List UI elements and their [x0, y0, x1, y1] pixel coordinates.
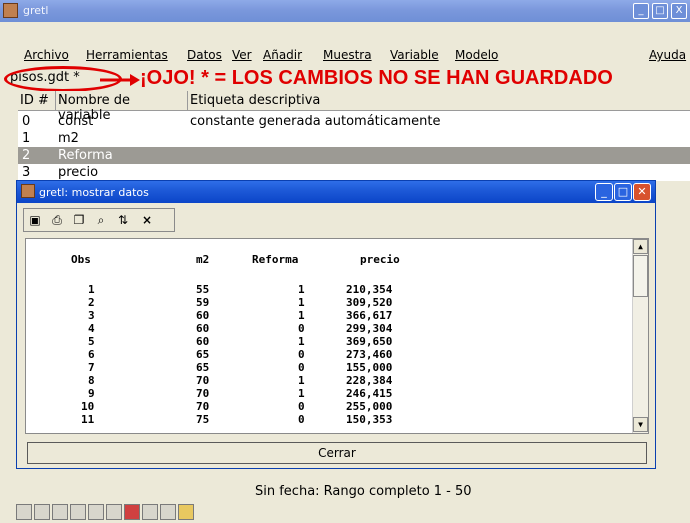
var-id: 2 [22, 148, 31, 163]
header-m2: m2 [196, 253, 210, 266]
data-window-minimize-button[interactable]: _ [595, 183, 613, 201]
copy-icon[interactable]: ❐ [72, 213, 86, 227]
close-icon[interactable]: × [140, 213, 154, 227]
maximize-button[interactable]: □ [652, 3, 668, 19]
sort-icon[interactable]: ⇅ [116, 213, 130, 227]
menu-ayuda[interactable]: Ayuda [649, 48, 686, 62]
calculator-icon[interactable] [16, 504, 32, 520]
data-window-maximize-button[interactable]: □ [614, 183, 632, 201]
data-window-toolbar: ▣ ⎙ ❐ ⌕ ⇅ × [23, 208, 175, 232]
column-id[interactable]: ID # [18, 91, 56, 111]
vertical-scrollbar[interactable]: ▲ ▼ [632, 239, 648, 433]
data-window-close-button[interactable]: ✕ [633, 183, 651, 201]
scroll-up-icon[interactable]: ▲ [633, 239, 648, 254]
beta-icon[interactable] [160, 504, 176, 520]
main-titlebar: gretl _ □ X [0, 0, 690, 22]
menu-herramientas[interactable]: Herramientas [86, 48, 168, 62]
menu-anadir[interactable]: Añadir [263, 48, 302, 62]
find-icon[interactable]: ⌕ [94, 213, 108, 227]
menu-variable[interactable]: Variable [390, 48, 439, 62]
folder-icon[interactable] [178, 504, 194, 520]
annotation-arrow-icon [100, 74, 140, 86]
data-window-title: gretl: mostrar datos [39, 186, 149, 199]
edit-icon[interactable]: ▣ [28, 213, 42, 227]
header-reforma: Reforma [252, 253, 299, 266]
session-icon[interactable] [70, 504, 86, 520]
variable-row[interactable]: 1 m2 [18, 130, 690, 147]
var-name: precio [58, 165, 99, 180]
console-icon[interactable] [52, 504, 68, 520]
plot-icon[interactable] [142, 504, 158, 520]
column-label[interactable]: Etiqueta descriptiva [188, 91, 690, 111]
var-name: Reforma [58, 148, 113, 163]
gretl-app-icon [3, 3, 18, 18]
var-name: m2 [58, 131, 79, 146]
data-window-titlebar: gretl: mostrar datos _ □ ✕ [17, 181, 655, 203]
menu-modelo[interactable]: Modelo [455, 48, 498, 62]
print-icon[interactable]: ⎙ [50, 213, 64, 227]
menu-bar: Archivo Herramientas Datos Ver Añadir Mu… [24, 48, 690, 66]
header-precio: precio [360, 253, 400, 266]
column-name[interactable]: Nombre de variable [56, 91, 188, 123]
header-obs: Obs [71, 253, 91, 266]
status-bar: Sin fecha: Rango completo 1 - 50 [0, 484, 690, 502]
window-title: gretl [23, 4, 49, 17]
minimize-button[interactable]: _ [633, 3, 649, 19]
data-table: Obs m2 Reforma precio 1 55 1 210,354 2 5… [25, 238, 649, 434]
model-icon[interactable] [106, 504, 122, 520]
var-id: 3 [22, 165, 31, 180]
cerrar-button[interactable]: Cerrar [27, 442, 647, 464]
variable-list-header: ID # Nombre de variable Etiqueta descrip… [18, 91, 690, 123]
menu-datos[interactable]: Datos [187, 48, 222, 62]
var-id: 1 [22, 131, 31, 146]
variable-row[interactable]: 3 precio [18, 164, 690, 181]
gretl-app-icon [21, 184, 35, 198]
scroll-thumb[interactable] [633, 255, 648, 297]
close-button[interactable]: X [671, 3, 687, 19]
variable-row-selected[interactable]: 2 Reforma [18, 147, 690, 164]
script-icon[interactable] [34, 504, 50, 520]
unsaved-warning-annotation: ¡OJO! * = LOS CAMBIOS NO SE HAN GUARDADO [140, 67, 613, 89]
variable-row[interactable]: 0 const constante generada automáticamen… [18, 113, 690, 130]
graph-icon[interactable] [88, 504, 104, 520]
gretl-icon[interactable] [124, 504, 140, 520]
var-label: constante generada automáticamente [190, 114, 441, 129]
scroll-down-icon[interactable]: ▼ [633, 417, 648, 432]
menu-archivo[interactable]: Archivo [24, 48, 69, 62]
status-text: Sin fecha: Rango completo 1 - 50 [255, 484, 472, 499]
data-window: gretl: mostrar datos _ □ ✕ ▣ ⎙ ❐ ⌕ ⇅ × O… [16, 180, 656, 469]
variable-list: ID # Nombre de variable Etiqueta descrip… [18, 91, 690, 181]
menu-ver[interactable]: Ver [232, 48, 252, 62]
menu-muestra[interactable]: Muestra [323, 48, 372, 62]
var-name: const [58, 114, 94, 129]
var-id: 0 [22, 114, 31, 129]
file-row: pisos.gdt * ¡OJO! * = LOS CAMBIOS NO SE … [0, 66, 690, 92]
